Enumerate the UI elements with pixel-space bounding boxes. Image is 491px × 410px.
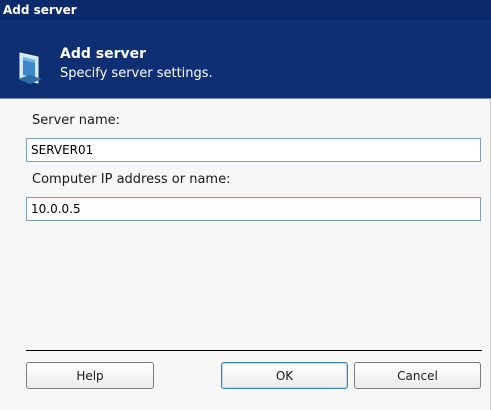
header-divider (0, 98, 491, 99)
help-button[interactable]: Help (26, 362, 154, 389)
add-server-dialog: Add server Add server Specify server set… (0, 0, 491, 410)
header-title: Add server (60, 46, 147, 62)
server-name-label: Server name: (32, 113, 121, 128)
cancel-button[interactable]: Cancel (354, 362, 481, 389)
window-title-bar: Add server (0, 0, 491, 20)
server-icon (18, 52, 42, 84)
address-label: Computer IP address or name: (32, 172, 231, 187)
ok-button[interactable]: OK (221, 362, 348, 389)
header-subtitle: Specify server settings. (60, 66, 213, 81)
address-input[interactable] (26, 197, 481, 221)
window-title: Add server (3, 3, 77, 17)
button-separator (26, 350, 482, 351)
server-name-input[interactable] (26, 138, 481, 162)
